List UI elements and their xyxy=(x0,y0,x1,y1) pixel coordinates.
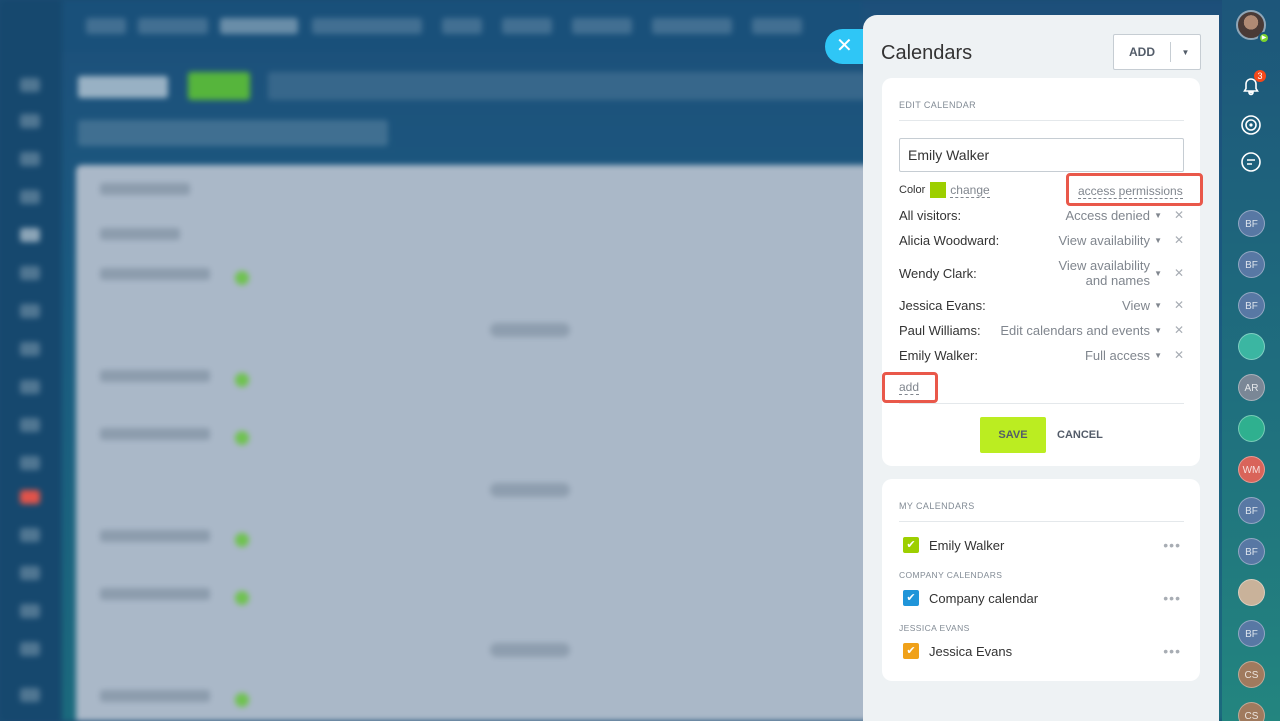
more-options-icon[interactable]: ••• xyxy=(1163,643,1181,659)
divider xyxy=(899,403,1184,404)
save-button[interactable]: SAVE xyxy=(980,417,1046,453)
online-status-icon: ▶ xyxy=(1258,32,1270,44)
calendar-name: Emily Walker xyxy=(929,537,1005,553)
remove-permission-icon[interactable]: ✕ xyxy=(1162,348,1184,362)
chat-icon[interactable] xyxy=(1238,149,1264,175)
contact-avatar[interactable]: BF xyxy=(1238,497,1265,524)
section-title-jessica-evans: JESSICA EVANS xyxy=(899,623,970,633)
permission-row: All visitors: Access denied ▼ ✕ xyxy=(899,207,1184,223)
section-title: EDIT CALENDAR xyxy=(899,100,977,110)
permission-user: Alicia Woodward: xyxy=(899,232,1000,248)
permission-user: Wendy Clark: xyxy=(899,265,977,281)
permission-level-select[interactable]: Access denied xyxy=(1024,208,1150,223)
contact-avatar[interactable]: CS xyxy=(1238,661,1265,688)
remove-permission-icon[interactable]: ✕ xyxy=(1162,298,1184,312)
more-options-icon[interactable]: ••• xyxy=(1163,590,1181,606)
caret-down-icon[interactable]: ▼ xyxy=(1150,326,1162,335)
color-swatch[interactable] xyxy=(930,182,947,198)
contact-avatar[interactable]: BF xyxy=(1238,210,1265,237)
section-title-my-calendars: MY CALENDARS xyxy=(899,501,975,511)
color-row: Color change xyxy=(899,182,990,198)
edit-calendar-card: EDIT CALENDAR Color change access permis… xyxy=(882,78,1203,466)
calendar-name: Jessica Evans xyxy=(929,643,1013,659)
group-avatar[interactable] xyxy=(1238,415,1265,442)
caret-down-icon[interactable]: ▼ xyxy=(1150,301,1162,310)
contact-avatar[interactable]: AR xyxy=(1238,374,1265,401)
contact-avatar[interactable]: BF xyxy=(1238,538,1265,565)
remove-permission-icon[interactable]: ✕ xyxy=(1162,323,1184,337)
highlight-add-permission xyxy=(882,372,938,403)
cancel-button[interactable]: CANCEL xyxy=(1057,417,1103,453)
calendar-name-input[interactable] xyxy=(899,138,1184,172)
slider-title: Calendars xyxy=(881,42,973,64)
target-icon[interactable] xyxy=(1238,112,1264,138)
calendar-name: Company calendar xyxy=(929,590,1039,606)
permission-level-select[interactable]: View xyxy=(1024,298,1150,313)
caret-down-icon[interactable]: ▼ xyxy=(1150,236,1162,245)
contact-avatar[interactable]: BF xyxy=(1238,251,1265,278)
close-icon: ✕ xyxy=(836,35,853,57)
calendar-item[interactable]: ✔ Emily Walker ••• xyxy=(903,537,1181,553)
section-title-company: COMPANY CALENDARS xyxy=(899,570,1003,580)
permission-level-select[interactable]: Full access xyxy=(1024,348,1150,363)
color-label: Color xyxy=(899,184,926,196)
left-menu xyxy=(0,0,62,721)
permission-level-select[interactable]: View availability xyxy=(1024,233,1150,248)
more-options-icon[interactable]: ••• xyxy=(1163,537,1181,553)
permission-row: Emily Walker: Full access ▼ ✕ xyxy=(899,347,1184,363)
add-button-group: ADD ▼ xyxy=(1113,34,1201,70)
contact-avatar[interactable]: BF xyxy=(1238,620,1265,647)
permission-row: Alicia Woodward: View availability ▼ ✕ xyxy=(899,232,1184,248)
remove-permission-icon[interactable]: ✕ xyxy=(1162,233,1184,247)
contact-avatar[interactable]: WM xyxy=(1238,456,1265,483)
contact-avatar[interactable]: CS xyxy=(1238,702,1265,721)
divider xyxy=(899,521,1184,522)
caret-down-icon[interactable]: ▼ xyxy=(1150,351,1162,360)
permission-level-select[interactable]: View availability and names xyxy=(1024,258,1150,288)
change-color-link[interactable]: change xyxy=(950,183,990,198)
calendars-slider: Calendars ADD ▼ EDIT CALENDAR Color chan… xyxy=(863,15,1219,721)
calendar-item[interactable]: ✔ Company calendar ••• xyxy=(903,590,1181,606)
permission-row: Paul Williams: Edit calendars and events… xyxy=(899,322,1184,338)
checkbox-checked-icon[interactable]: ✔ xyxy=(903,590,919,606)
remove-permission-icon[interactable]: ✕ xyxy=(1162,266,1184,280)
permission-user: Emily Walker: xyxy=(899,347,978,363)
caret-down-icon[interactable]: ▼ xyxy=(1150,211,1162,220)
right-sidebar: ▶ 3 BF BF BF AR WM BF BF BF CS CS xyxy=(1222,0,1280,721)
calendars-list-card: MY CALENDARS ✔ Emily Walker ••• COMPANY … xyxy=(882,479,1200,681)
divider xyxy=(899,120,1184,121)
contact-photo-avatar[interactable] xyxy=(1238,579,1265,606)
permission-row: Jessica Evans: View ▼ ✕ xyxy=(899,297,1184,313)
contact-avatar[interactable]: BF xyxy=(1238,292,1265,319)
checkbox-checked-icon[interactable]: ✔ xyxy=(903,643,919,659)
permission-row: Wendy Clark: View availability and names… xyxy=(899,257,1184,289)
add-dropdown-caret-icon[interactable]: ▼ xyxy=(1171,48,1200,57)
calendar-item[interactable]: ✔ Jessica Evans ••• xyxy=(903,643,1181,659)
permission-user: All visitors: xyxy=(899,207,962,223)
notification-count-badge: 3 xyxy=(1254,70,1266,82)
permission-level-select[interactable]: Edit calendars and events xyxy=(999,323,1150,338)
checkbox-checked-icon[interactable]: ✔ xyxy=(903,537,919,553)
chat-group-avatar[interactable] xyxy=(1238,333,1265,360)
permission-user: Jessica Evans: xyxy=(899,297,986,313)
permission-user: Paul Williams: xyxy=(899,322,981,338)
highlight-access-permissions xyxy=(1066,173,1203,206)
remove-permission-icon[interactable]: ✕ xyxy=(1162,208,1184,222)
top-navigation xyxy=(62,0,862,52)
close-slider-button[interactable]: ✕ xyxy=(825,29,867,64)
caret-down-icon[interactable]: ▼ xyxy=(1150,269,1162,278)
add-button[interactable]: ADD xyxy=(1114,45,1170,59)
